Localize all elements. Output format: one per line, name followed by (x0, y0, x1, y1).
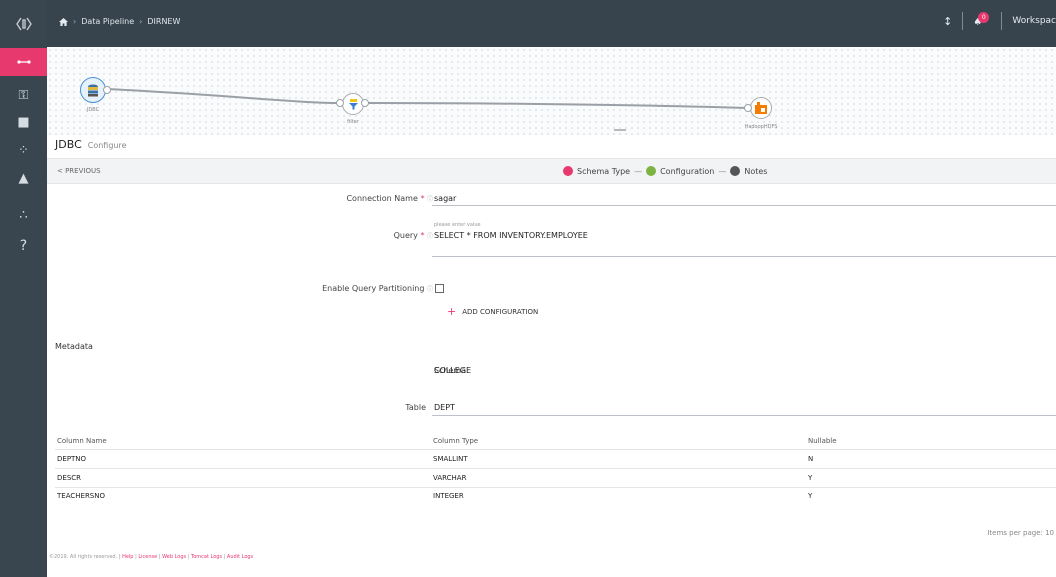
connection-name-label: Connection Name * ⓘ (346, 194, 433, 203)
step-schema-type[interactable]: Schema Type (577, 167, 630, 176)
cell-column-type: SMALLINT (433, 455, 468, 463)
table-select[interactable]: DEPT (434, 403, 455, 412)
cell-column-name: DEPTNO (57, 455, 87, 463)
users-icon: ∴ (19, 207, 28, 223)
divider (1001, 12, 1003, 30)
row-divider (55, 449, 1056, 450)
footer-link-license[interactable]: License (138, 554, 157, 560)
pipeline-node-label: filter (347, 119, 359, 125)
cell-nullable: Y (808, 492, 813, 500)
info-icon: ⓘ (426, 196, 433, 203)
chevron-right-icon: › (73, 17, 77, 26)
cell-nullable: N (808, 455, 814, 463)
pipeline-connectors (106, 88, 748, 131)
cell-column-name: TEACHERSNO (57, 492, 105, 500)
cell-column-type: VARCHAR (433, 474, 467, 482)
filter-icon (348, 98, 358, 109)
pipeline-icon (16, 60, 31, 64)
nav-users[interactable]: ∴ (0, 202, 47, 228)
panel-header: JDBC Configure (55, 138, 127, 151)
panel-title: JDBC (55, 138, 82, 151)
hdfs-icon (755, 102, 767, 114)
footer-link-help[interactable]: Help (122, 554, 133, 560)
table-label: Table (405, 403, 426, 412)
query-partitioning-checkbox[interactable] (435, 284, 444, 293)
notification-bell[interactable]: ♠ 0 (973, 12, 991, 30)
step-connector: — (718, 166, 727, 176)
plus-icon: + (447, 305, 457, 318)
footer-link-web-logs[interactable]: Web Logs (162, 554, 186, 560)
info-icon: ⓘ (426, 286, 433, 293)
node-output-port[interactable] (361, 99, 369, 107)
input-underline (432, 415, 1056, 416)
column-header-name[interactable]: Column Name (57, 437, 107, 445)
step-configuration[interactable]: Configuration (660, 167, 714, 176)
save-icon: ■ (17, 114, 30, 130)
step-notes[interactable]: Notes (744, 167, 767, 176)
nav-pipeline[interactable] (0, 48, 47, 76)
column-header-nullable[interactable]: Nullable (808, 437, 837, 445)
divider (962, 12, 964, 30)
column-header-type[interactable]: Column Type (433, 437, 478, 445)
pipeline-canvas[interactable]: JDBC filter HadoopHDFS (47, 47, 1056, 135)
node-output-port[interactable] (103, 86, 111, 94)
query-textarea[interactable]: SELECT * FROM INVENTORY.EMPLOYEE (434, 231, 588, 240)
footer-copyright: ©2019. All rights reserved. (49, 554, 118, 560)
nav-help[interactable]: ? (0, 233, 47, 259)
info-icon: ⓘ (426, 233, 433, 240)
query-partitioning-label: Enable Query Partitioning ⓘ (322, 284, 433, 293)
steps-bar: < PREVIOUS Schema Type — Configuration —… (47, 158, 1056, 184)
node-input-port[interactable] (744, 104, 752, 112)
database-icon (88, 84, 98, 96)
previous-button[interactable]: < PREVIOUS (57, 167, 101, 175)
input-underline (432, 256, 1056, 257)
home-icon[interactable] (59, 17, 68, 26)
nav-alerts[interactable]: ▲ (0, 165, 47, 191)
breadcrumb-item: DIRNEW (147, 17, 181, 26)
row-divider (55, 487, 1056, 488)
app-logo-icon[interactable] (0, 0, 47, 47)
bell-icon: ▲ (18, 170, 29, 186)
items-per-page[interactable]: Items per page: 10 (987, 529, 1054, 537)
add-configuration-button[interactable]: + ADD CONFIGURATION (447, 305, 539, 318)
step-dot-icon (730, 166, 741, 176)
pipeline-node-hdfs[interactable] (750, 97, 772, 119)
schema-value[interactable]: COLLEGE (434, 366, 471, 375)
footer: ©2019. All rights reserved. | Help | Lic… (49, 554, 254, 560)
node-input-port[interactable] (336, 99, 344, 107)
cell-column-name: DESCR (57, 474, 82, 482)
query-hint: please enter value (434, 222, 481, 228)
footer-link-tomcat-logs[interactable]: Tomcat Logs (191, 554, 222, 560)
footer-link-audit-logs[interactable]: Audit Logs (227, 554, 253, 560)
workspace-label[interactable]: Workspac (1012, 16, 1056, 26)
add-configuration-label: ADD CONFIGURATION (462, 308, 539, 316)
step-dot-icon (646, 166, 657, 176)
help-icon: ? (19, 238, 28, 254)
query-label: Query * ⓘ (393, 231, 433, 240)
key-icon: ⚿ (18, 87, 29, 103)
nav-keys[interactable]: ⚿ (0, 82, 47, 108)
panel-subtitle: Configure (87, 141, 127, 150)
pipeline-node-label: JDBC (86, 107, 100, 113)
sort-icon[interactable]: ↕ (943, 15, 952, 28)
step-dot-icon (563, 166, 573, 176)
input-underline (432, 205, 1056, 206)
notification-badge: 0 (978, 12, 990, 23)
left-nav-rail: ⚿ ■ ⁘ ▲ ∴ ? (0, 0, 47, 577)
metadata-title: Metadata (55, 342, 93, 351)
cell-column-type: INTEGER (433, 492, 464, 500)
step-indicator: Schema Type — Configuration — Notes (563, 166, 767, 176)
pipeline-node-label: HadoopHDFS (744, 124, 778, 130)
nav-saved[interactable]: ■ (0, 109, 47, 135)
step-connector: — (634, 166, 643, 176)
nav-connections[interactable]: ⁘ (0, 137, 47, 163)
connection-name-input[interactable]: sagar (434, 194, 456, 203)
breadcrumb-item[interactable]: Data Pipeline (81, 17, 134, 26)
breadcrumb: › Data Pipeline › DIRNEW (59, 17, 180, 26)
top-bar: › Data Pipeline › DIRNEW ↕ ♠ 0 Workspac (47, 0, 1056, 47)
network-icon: ⁘ (18, 142, 29, 158)
row-divider (55, 468, 1056, 469)
cell-nullable: Y (808, 474, 813, 482)
chevron-right-icon: › (139, 17, 143, 26)
